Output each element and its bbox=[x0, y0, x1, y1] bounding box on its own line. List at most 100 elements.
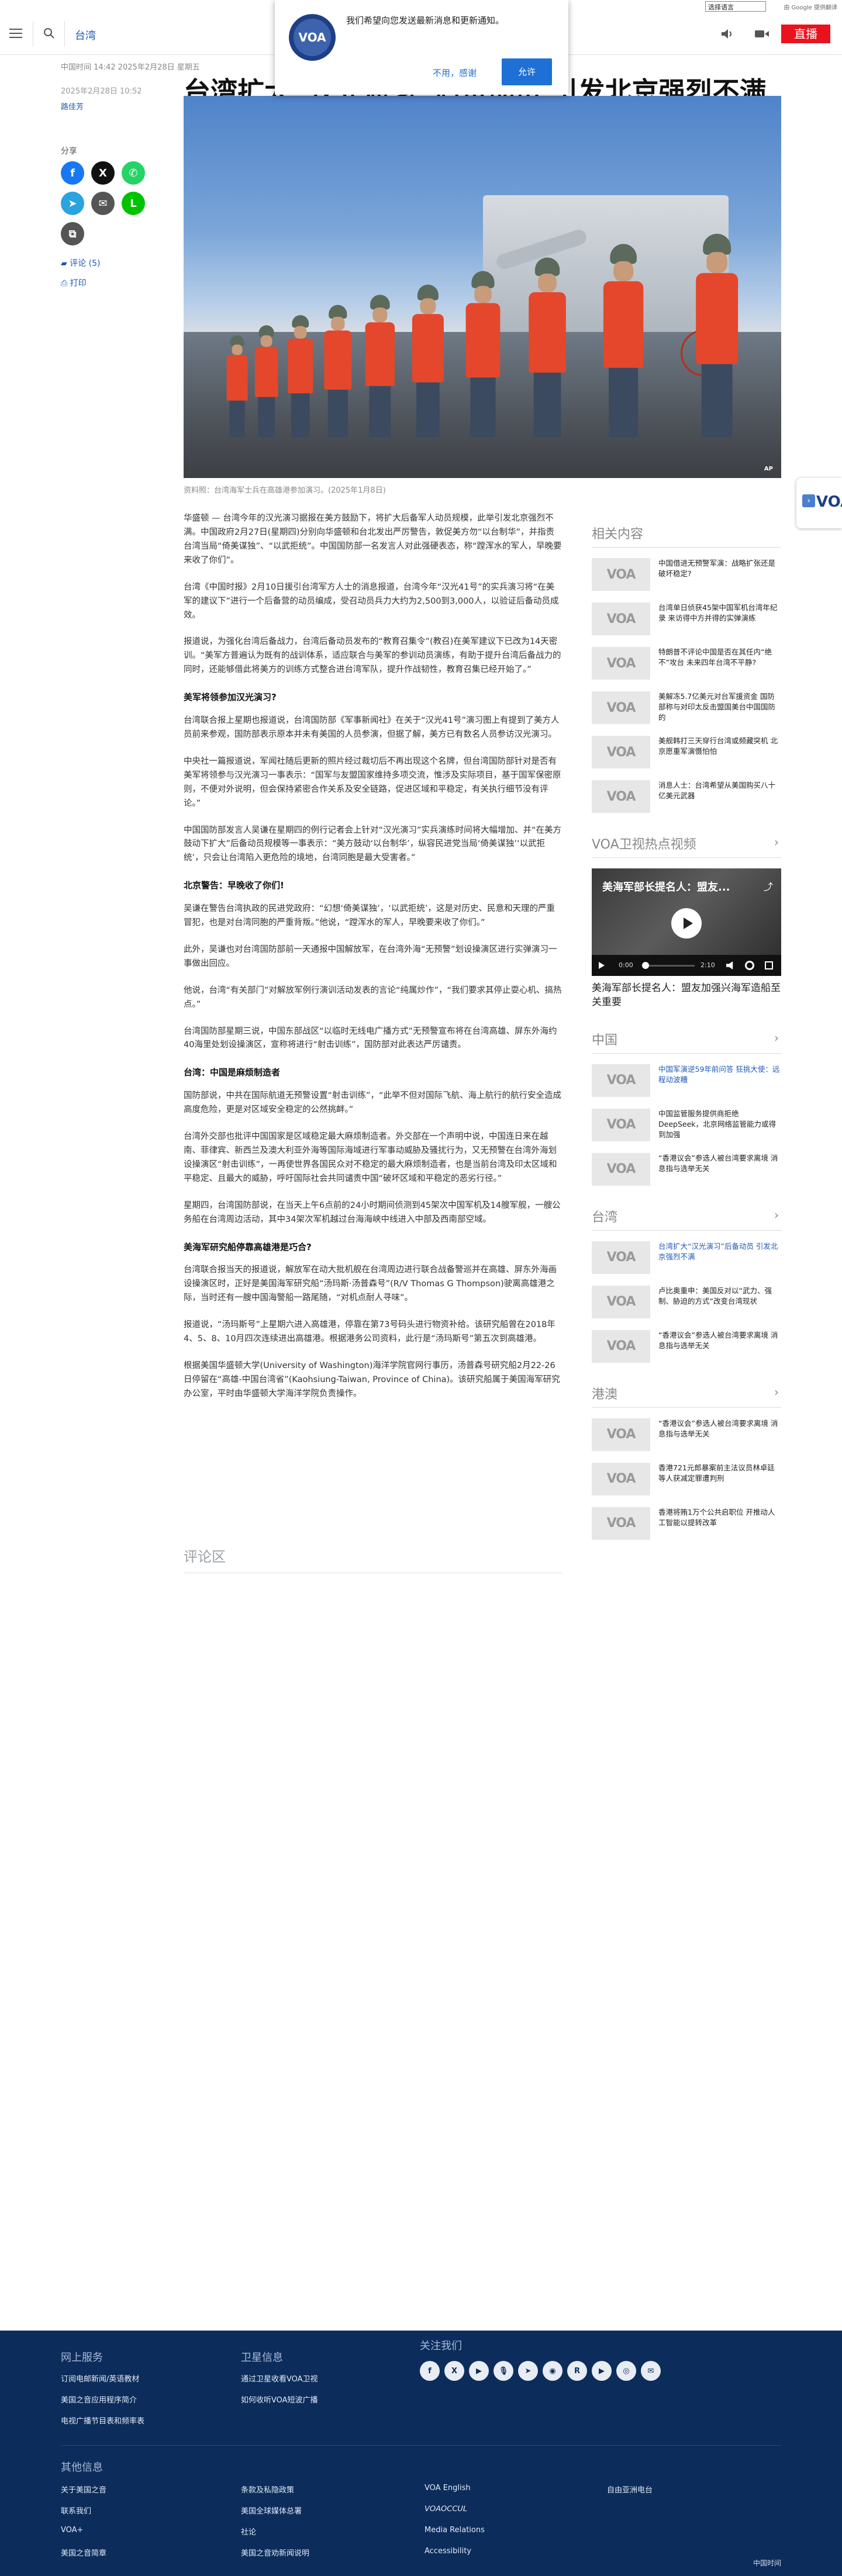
floating-side-tab[interactable]: › VOA bbox=[796, 478, 842, 528]
rail-item[interactable]: VOA 卢比奥重申：美国反对以“武力、强制、胁迫的方式”改变台湾现状 bbox=[592, 1285, 781, 1320]
search-icon[interactable] bbox=[43, 27, 55, 39]
audio-icon[interactable] bbox=[720, 28, 734, 40]
article-author[interactable]: 路佳芳 bbox=[61, 101, 84, 112]
settings-gear-icon[interactable] bbox=[745, 961, 754, 970]
hongkong-heading[interactable]: 港澳 › bbox=[592, 1384, 781, 1408]
taiwan-heading[interactable]: 台湾 › bbox=[592, 1207, 781, 1231]
section-link[interactable]: 台湾 bbox=[75, 27, 96, 43]
telegram-icon[interactable]: ➤ bbox=[518, 2361, 538, 2381]
rail-item[interactable]: VOA 特朗普不评论中国是否在其任内“绝不”攻台 未来四年台湾不平静? bbox=[592, 647, 781, 681]
footer-link[interactable]: 电视广播节目表和频率表 bbox=[61, 2415, 144, 2426]
video-icon[interactable]: ▶ bbox=[592, 2361, 612, 2381]
rss-icon[interactable]: R bbox=[567, 2361, 587, 2381]
rail-item-title[interactable]: 卢比奥重申：美国反对以“武力、强制、胁迫的方式”改变台湾现状 bbox=[658, 1286, 781, 1320]
footer-link[interactable]: 美国之音应用程序简介 bbox=[61, 2394, 137, 2405]
footer-link[interactable]: 订阅电邮新闻/英语教材 bbox=[61, 2373, 139, 2384]
play-icon[interactable] bbox=[671, 908, 702, 939]
play-control-icon[interactable] bbox=[599, 962, 605, 969]
rail-item[interactable]: VOA 消息人士：台湾希望从美国购买八十亿美元武器 bbox=[592, 780, 781, 814]
rail-item[interactable]: VOA 香港将贿1万个公共启职位 开推动人工智能以提转改革 bbox=[592, 1507, 781, 1541]
rail-item[interactable]: VOA 台湾单日侦获45架中国军机台湾年纪录 来访得中方并得的实弹演练 bbox=[592, 603, 781, 636]
video-camera-icon[interactable] bbox=[754, 28, 769, 40]
rail-item-title[interactable]: 特朗普不评论中国是否在其任内“绝不”攻台 未来四年台湾不平静? bbox=[658, 647, 781, 681]
video-progress-bar[interactable] bbox=[642, 965, 695, 967]
whatsapp-icon[interactable]: ◎ bbox=[616, 2361, 636, 2381]
rail-item[interactable]: VOA “香港议会”参选人被台湾要求离境 消息指与选举无关 bbox=[592, 1329, 781, 1364]
rail-item-title[interactable]: “香港议会”参选人被台湾要求离境 消息指与选举无关 bbox=[658, 1153, 781, 1187]
rail-item[interactable]: VOA “香港议会”参选人被台湾要求离境 消息指与选举无关 bbox=[592, 1152, 781, 1187]
share-label: 分享 bbox=[61, 147, 77, 156]
footer-link[interactable]: 如何收听VOA短波广播 bbox=[241, 2394, 318, 2405]
footer-link[interactable]: 条款及私隐政策 bbox=[241, 2484, 294, 2495]
printer-icon: ⎙ bbox=[61, 279, 70, 288]
rail-item-title[interactable]: 台湾单日侦获45架中国军机台湾年纪录 来访得中方并得的实弹演练 bbox=[658, 603, 781, 636]
print-link[interactable]: ⎙ 打印 bbox=[61, 277, 87, 289]
notification-decline-button[interactable]: 不用，感谢 bbox=[433, 67, 477, 79]
rail-item-title[interactable]: 中国军演逆59年前问答 狂挑大使：远程动波糟 bbox=[658, 1064, 781, 1098]
footer-link[interactable]: 通过卫星收看VOA卫视 bbox=[241, 2373, 318, 2384]
podcast-icon[interactable]: 🎙 bbox=[494, 2361, 513, 2381]
header-divider bbox=[64, 21, 65, 47]
rail-item[interactable]: VOA “香港议会”参选人被台湾要求离境 消息指与选举无关 bbox=[592, 1418, 781, 1452]
footer-link[interactable]: 联系我们 bbox=[61, 2505, 91, 2516]
footer-link[interactable]: 美国之音简章 bbox=[61, 2547, 106, 2558]
video-player[interactable]: 美海军部长提名人：盟友... ⤴ 0:00 2:10 bbox=[592, 868, 781, 976]
rail-item-title[interactable]: 美解冻5.7亿美元对台军援资金 国防部称与对印太反击盟国美台中国国防的 bbox=[658, 691, 781, 725]
volume-icon[interactable] bbox=[726, 961, 733, 970]
footer-link[interactable]: 美国全球媒体总署 bbox=[241, 2505, 302, 2516]
footer-link[interactable]: 自由亚洲电台 bbox=[607, 2484, 653, 2495]
language-select[interactable]: 选择语言 bbox=[705, 1, 766, 12]
rail-item[interactable]: VOA 中国军演逆59年前问答 狂挑大使：远程动波糟 bbox=[592, 1064, 781, 1098]
fullscreen-icon[interactable] bbox=[765, 961, 773, 970]
telegram-share-icon[interactable]: ➤ bbox=[61, 192, 84, 215]
footer-link[interactable]: 美国之音劝新闻说明 bbox=[241, 2547, 309, 2558]
line-share-icon[interactable]: L bbox=[122, 192, 145, 215]
rail-item-title[interactable]: 中国监管服务提供商拒绝DeepSeek，北京网络监管能力或得到加强 bbox=[658, 1109, 781, 1142]
rail-item-title[interactable]: 美舰韩打三天穿行台湾或频藏突机 北京愿重军演慑怕怕 bbox=[658, 736, 781, 770]
rail-item[interactable]: VOA 美解冻5.7亿美元对台军援资金 国防部称与对印太反击盟国美台中国国防的 bbox=[592, 691, 781, 725]
video-heading[interactable]: VOA卫视热点视频 › bbox=[592, 834, 781, 858]
rail-item-title[interactable]: “香港议会”参选人被台湾要求离境 消息指与选举无关 bbox=[658, 1418, 781, 1452]
notification-text: 我们希望向您发送最新消息和更新通知。 bbox=[346, 15, 505, 26]
footer-link[interactable]: Accessibility bbox=[425, 2547, 471, 2556]
rail-item-title[interactable]: 香港将贿1万个公共启职位 开推动人工智能以提转改革 bbox=[658, 1507, 781, 1541]
rail-item[interactable]: VOA 中国监管服务提供商拒绝DeepSeek，北京网络监管能力或得到加强 bbox=[592, 1108, 781, 1142]
footer-link[interactable]: VOA English bbox=[425, 2484, 471, 2492]
email-icon[interactable]: ✉ bbox=[641, 2361, 661, 2381]
video-controls: 0:00 2:10 bbox=[592, 955, 781, 976]
video-progress-handle[interactable] bbox=[642, 962, 649, 969]
youtube-icon[interactable]: ▶ bbox=[469, 2361, 489, 2381]
rail-item-title[interactable]: 台湾扩大“汉光演习”后备动员 引发北京强烈不满 bbox=[658, 1241, 781, 1275]
rail-item-title[interactable]: 消息人士：台湾希望从美国购买八十亿美元武器 bbox=[658, 780, 781, 814]
copy-link-icon[interactable]: ⧉ bbox=[61, 222, 84, 245]
video-caption[interactable]: 美海军部长提名人：盟友加强兴海军造船至关重要 bbox=[592, 982, 781, 1010]
rail-item[interactable]: VOA 中国借进无预警军演：战略扩张还是破坏稳定? bbox=[592, 558, 781, 592]
comments-link[interactable]: ▰ 评论 (5) bbox=[61, 257, 101, 269]
instagram-icon[interactable]: ◉ bbox=[543, 2361, 563, 2381]
x-share-icon[interactable]: X bbox=[91, 161, 115, 185]
footer-link[interactable]: VOA+ bbox=[61, 2526, 83, 2535]
rail-item-title[interactable]: 中国借进无预警军演：战略扩张还是破坏稳定? bbox=[658, 558, 781, 592]
rail-item-title[interactable]: “香港议会”参选人被台湾要求离境 消息指与选举无关 bbox=[658, 1330, 781, 1364]
rail-item[interactable]: VOA 美舰韩打三天穿行台湾或频藏突机 北京愿重军演慑怕怕 bbox=[592, 736, 781, 770]
footer-link[interactable]: 关于美国之音 bbox=[61, 2484, 106, 2495]
voa-thumbnail-icon: VOA bbox=[592, 780, 650, 813]
x-icon[interactable]: X bbox=[444, 2361, 464, 2381]
menu-icon[interactable] bbox=[9, 27, 22, 40]
live-button[interactable]: 直播 bbox=[781, 25, 830, 43]
footer-link[interactable]: 社论 bbox=[241, 2526, 256, 2537]
footer-link[interactable]: 𝘝𝘖𝘈𝘖𝘊𝘊𝘜𝘓 bbox=[425, 2505, 467, 2513]
footer-link[interactable]: Media Relations bbox=[425, 2526, 485, 2535]
rail-item[interactable]: VOA 台湾扩大“汉光演习”后备动员 引发北京强烈不满 bbox=[592, 1241, 781, 1275]
rail-item[interactable]: VOA 香港721元郎暴案前主法议员林卓廷等人获减定罪遭判刑 bbox=[592, 1462, 781, 1497]
facebook-icon[interactable]: f bbox=[420, 2361, 440, 2381]
facebook-share-icon[interactable]: f bbox=[61, 161, 84, 185]
google-translate-credit[interactable]: 由 Google 提供翻译 bbox=[784, 2, 837, 11]
rail-item-title[interactable]: 香港721元郎暴案前主法议员林卓廷等人获减定罪遭判刑 bbox=[658, 1463, 781, 1497]
email-share-icon[interactable]: ✉ bbox=[91, 192, 115, 215]
taiwan-section: 台湾 › VOA 台湾扩大“汉光演习”后备动员 引发北京强烈不满 VOA 卢比奥重申：美… bbox=[592, 1207, 781, 1364]
share-icon[interactable]: ⤴ bbox=[764, 879, 773, 893]
whatsapp-share-icon[interactable]: ✆ bbox=[122, 161, 145, 185]
china-heading[interactable]: 中国 › bbox=[592, 1030, 781, 1054]
notification-allow-button[interactable]: 允许 bbox=[502, 58, 552, 85]
